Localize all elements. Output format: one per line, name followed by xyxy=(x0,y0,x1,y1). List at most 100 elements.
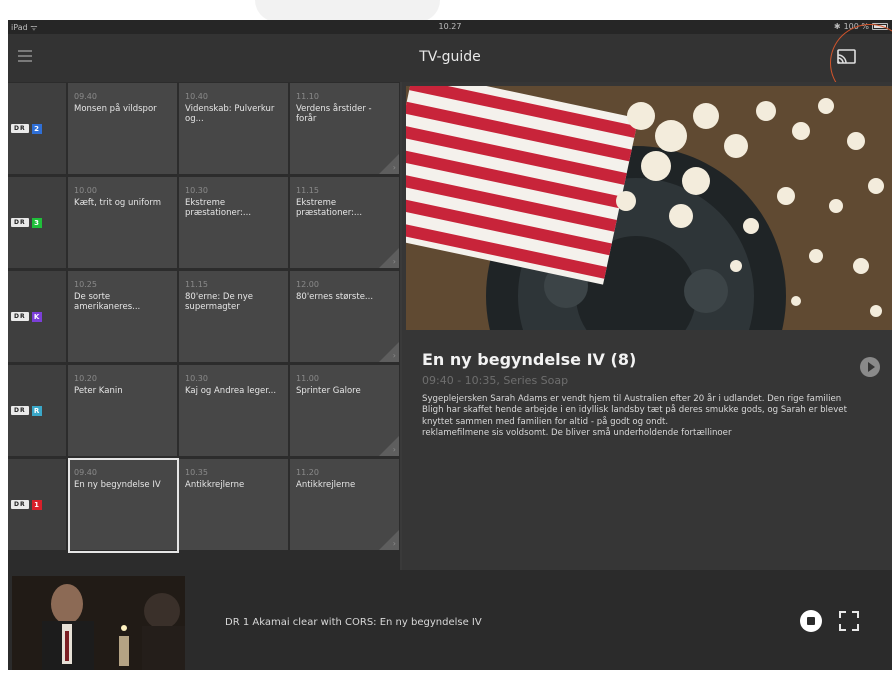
program-time: 10.30 xyxy=(185,186,208,195)
chevron-right-icon: › xyxy=(392,257,396,266)
program-time: 11.00 xyxy=(296,374,319,383)
program-time: 11.20 xyxy=(296,468,319,477)
program-cell[interactable]: 11.15 Ekstreme præstationer:... › xyxy=(290,177,399,268)
app-header: TV-guide xyxy=(8,24,892,102)
dr-logo: DR xyxy=(11,124,29,133)
program-title: Kæft, trit og uniform xyxy=(74,198,161,208)
now-playing-label: DR 1 Akamai clear with CORS: En ny begyn… xyxy=(225,617,482,628)
tv-guide-grid: DR 2 09.40 Monsen på vildspor 10.40 Vide… xyxy=(8,82,400,570)
program-cell[interactable]: 10.30 Ekstreme præstationer:... xyxy=(179,177,288,268)
program-cell[interactable]: 11.20 Antikkrejlerne › xyxy=(290,459,399,550)
channel-letter-badge: K xyxy=(31,311,42,322)
channel-logo[interactable]: DR R xyxy=(8,365,66,456)
cast-icon[interactable] xyxy=(835,47,859,67)
program-title: Videnskab: Pulverkur og... xyxy=(185,104,275,124)
program-title: Antikkrejlerne xyxy=(296,480,356,490)
program-time: 11.15 xyxy=(296,186,319,195)
program-title: En ny begyndelse IV xyxy=(74,480,161,490)
status-bar: iPad ᯤ 10.27 ✱ 100 % xyxy=(8,20,892,34)
chevron-right-icon: › xyxy=(392,445,396,454)
program-title-heading: En ny begyndelse IV (8) xyxy=(422,350,637,369)
more-corner[interactable] xyxy=(379,530,399,550)
program-time: 09.40 xyxy=(74,468,97,477)
program-title: Verdens årstider - forår xyxy=(296,104,372,124)
channel-number-badge: 3 xyxy=(31,217,42,228)
more-corner[interactable] xyxy=(379,342,399,362)
program-description-text-2: reklamefilmene sis voldsomt. De bliver s… xyxy=(422,427,732,438)
chevron-right-icon: › xyxy=(392,351,396,360)
program-cell[interactable]: 10.30 Kaj og Andrea leger... xyxy=(179,365,288,456)
program-meta: 09:40 - 10:35, Series Soap xyxy=(422,374,569,387)
battery-text: 100 % xyxy=(843,22,869,31)
program-title: 80'ernes største... xyxy=(296,292,374,302)
bluetooth-icon: ✱ xyxy=(833,22,841,31)
channel-row: DR 2 09.40 Monsen på vildspor 10.40 Vide… xyxy=(8,83,400,174)
program-time: 11.15 xyxy=(185,280,208,289)
program-cell[interactable]: 10.25 De sorte amerikaneres... xyxy=(68,271,177,362)
status-right: ✱ 100 % xyxy=(834,22,888,31)
program-title: 80'erne: De nye supermagter xyxy=(185,292,254,312)
program-description: Sygeplejersken Sarah Adams er vendt hjem… xyxy=(422,394,862,439)
channel-logo[interactable]: DR 3 xyxy=(8,177,66,268)
program-time: 10.35 xyxy=(185,468,208,477)
ramasjang-badge: R xyxy=(31,405,42,416)
more-corner[interactable] xyxy=(379,436,399,456)
channel-row: DR 3 10.00 Kæft, trit og uniform 10.30 E… xyxy=(8,177,400,268)
program-title: Kaj og Andrea leger... xyxy=(185,386,277,396)
tablet-screen: iPad ᯤ 10.27 ✱ 100 % TV-guide DR 2 09.40… xyxy=(8,20,892,670)
battery-icon xyxy=(872,23,888,30)
program-cell[interactable]: 10.20 Peter Kanin xyxy=(68,365,177,456)
program-cell-selected[interactable]: 09.40 En ny begyndelse IV xyxy=(68,459,177,550)
program-title: Monsen på vildspor xyxy=(74,104,157,114)
program-cell[interactable]: 10.35 Antikkrejlerne xyxy=(179,459,288,550)
channel-logo[interactable]: DR K xyxy=(8,271,66,362)
channel-row: DR 1 09.40 En ny begyndelse IV 10.35 Ant… xyxy=(8,459,400,550)
chevron-right-icon: › xyxy=(392,163,396,172)
program-time: 11.10 xyxy=(296,92,319,101)
dr-logo: DR xyxy=(11,406,29,415)
dr-logo: DR xyxy=(11,312,29,321)
program-detail-panel: En ny begyndelse IV (8) 09:40 - 10:35, S… xyxy=(402,82,892,570)
program-description-text: Sygeplejersken Sarah Adams er vendt hjem… xyxy=(422,394,847,427)
dr-logo: DR xyxy=(11,218,29,227)
dr-logo: DR xyxy=(11,500,29,509)
program-cell[interactable]: 10.00 Kæft, trit og uniform xyxy=(68,177,177,268)
program-cell[interactable]: 09.40 Monsen på vildspor xyxy=(68,83,177,174)
channel-logo[interactable]: DR 2 xyxy=(8,83,66,174)
program-title: Sprinter Galore xyxy=(296,386,361,396)
program-title: Ekstreme præstationer:... xyxy=(296,198,363,218)
program-cell[interactable]: 11.10 Verdens årstider - forår › xyxy=(290,83,399,174)
page-title: TV-guide xyxy=(419,49,481,65)
more-corner[interactable] xyxy=(379,248,399,268)
channel-number-badge: 2 xyxy=(31,123,42,134)
program-cell[interactable]: 10.40 Videnskab: Pulverkur og... xyxy=(179,83,288,174)
fullscreen-icon[interactable] xyxy=(838,610,860,632)
program-title: De sorte amerikaneres... xyxy=(74,292,141,312)
stop-icon[interactable] xyxy=(800,610,822,632)
channel-number-badge: 1 xyxy=(31,499,42,510)
program-cell[interactable]: 11.00 Sprinter Galore › xyxy=(290,365,399,456)
video-thumbnail[interactable] xyxy=(12,576,185,670)
photo-background xyxy=(255,0,440,22)
program-hero-image xyxy=(406,86,892,330)
chevron-right-icon: › xyxy=(392,539,396,548)
program-title: Ekstreme præstationer:... xyxy=(185,198,252,218)
program-title: Antikkrejlerne xyxy=(185,480,245,490)
channel-row: DR K 10.25 De sorte amerikaneres... 11.1… xyxy=(8,271,400,362)
more-corner[interactable] xyxy=(379,154,399,174)
program-time: 10.20 xyxy=(74,374,97,383)
program-time: 12.00 xyxy=(296,280,319,289)
play-icon[interactable] xyxy=(860,357,880,377)
program-time: 09.40 xyxy=(74,92,97,101)
program-title: Peter Kanin xyxy=(74,386,123,396)
channel-logo[interactable]: DR 1 xyxy=(8,459,66,550)
program-cell[interactable]: 11.15 80'erne: De nye supermagter xyxy=(179,271,288,362)
clock: 10.27 xyxy=(438,22,462,31)
program-time: 10.25 xyxy=(74,280,97,289)
program-time: 10.40 xyxy=(185,92,208,101)
channel-row: DR R 10.20 Peter Kanin 10.30 Kaj og Andr… xyxy=(8,365,400,456)
mini-player: DR 1 Akamai clear with CORS: En ny begyn… xyxy=(8,570,892,670)
program-time: 10.30 xyxy=(185,374,208,383)
program-cell[interactable]: 12.00 80'ernes største... › xyxy=(290,271,399,362)
program-time: 10.00 xyxy=(74,186,97,195)
